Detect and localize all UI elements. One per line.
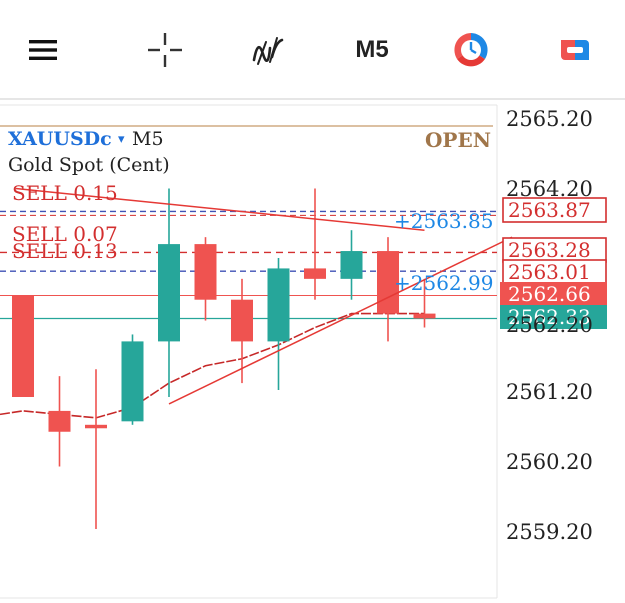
price-tag-text: 2563.87 bbox=[508, 198, 591, 222]
candle-body bbox=[413, 313, 436, 319]
top-toolbar: M5 bbox=[0, 0, 625, 98]
indicators-icon bbox=[252, 37, 284, 65]
price-tag-text: 2562.66 bbox=[508, 282, 591, 306]
y-axis-tick-label: 2561.20 bbox=[506, 380, 593, 404]
candle-body bbox=[194, 244, 217, 300]
y-axis-tick-label: 2564.20 bbox=[506, 177, 593, 201]
symbol-description: Gold Spot (Cent) bbox=[8, 154, 170, 176]
y-axis-tick-label: 2565.20 bbox=[506, 107, 593, 131]
chart-timeframe: M5 bbox=[132, 128, 164, 150]
candle-body bbox=[231, 299, 253, 342]
order-label: SELL 0.13 bbox=[12, 239, 118, 263]
candle-body bbox=[304, 268, 326, 279]
order-label: SELL 0.15 bbox=[12, 181, 118, 205]
crosshair-icon bbox=[148, 33, 182, 67]
y-axis-tick-label: 2560.20 bbox=[506, 450, 593, 474]
symbol-dropdown-icon: ▾ bbox=[118, 132, 125, 147]
symbol-name[interactable]: XAUUSDc bbox=[8, 128, 112, 150]
candle-body bbox=[121, 341, 144, 422]
y-axis-tick-label: 2559.20 bbox=[506, 520, 593, 544]
timeframe-button[interactable]: M5 bbox=[346, 22, 398, 78]
history-clock-icon bbox=[454, 33, 488, 67]
indicators-button[interactable] bbox=[243, 22, 293, 78]
menu-icon bbox=[29, 40, 57, 60]
market-status-label: OPEN bbox=[425, 128, 491, 152]
trade-icon bbox=[561, 40, 589, 60]
candle-body bbox=[158, 244, 180, 342]
candle-body bbox=[267, 268, 290, 342]
candle-body bbox=[48, 410, 71, 432]
price-chart[interactable]: SELL 0.15SELL 0.07SELL 0.13+2563.85+2562… bbox=[0, 100, 625, 603]
moving-average-line bbox=[0, 312, 425, 419]
candle-body bbox=[340, 251, 363, 279]
price-tag-text: 2563.28 bbox=[508, 238, 591, 262]
crosshair-button[interactable] bbox=[140, 22, 190, 78]
menu-button[interactable] bbox=[18, 22, 68, 78]
history-button[interactable] bbox=[446, 22, 496, 78]
price-tag-text: 2563.01 bbox=[508, 260, 591, 284]
trade-button[interactable] bbox=[550, 22, 600, 78]
order-profit-label: +2562.99 bbox=[394, 271, 493, 295]
order-profit-label: +2563.85 bbox=[394, 209, 493, 233]
y-axis-tick-label: 2562.20 bbox=[506, 313, 593, 337]
candle-body bbox=[12, 295, 34, 397]
candle-body bbox=[85, 424, 107, 429]
